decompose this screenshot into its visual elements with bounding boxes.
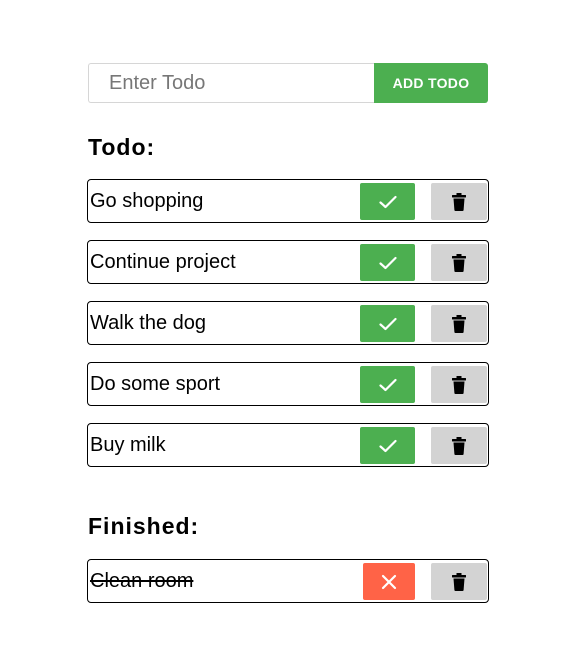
todo-input[interactable] <box>88 63 374 103</box>
trash-icon <box>452 253 466 272</box>
delete-button[interactable] <box>431 366 487 403</box>
undo-button[interactable] <box>363 563 415 600</box>
todo-app: ADD TODO Todo: Go shopping Continue proj… <box>0 0 570 670</box>
delete-button[interactable] <box>431 183 487 220</box>
todo-item: Go shopping <box>87 179 489 223</box>
x-icon <box>381 574 397 589</box>
complete-button[interactable] <box>360 244 415 281</box>
todo-item: Do some sport <box>87 362 489 406</box>
trash-icon <box>452 314 466 333</box>
complete-button[interactable] <box>360 366 415 403</box>
delete-button[interactable] <box>431 427 487 464</box>
todo-item-text: Do some sport <box>90 373 221 395</box>
todo-item: Continue project <box>87 240 489 284</box>
add-todo-form: ADD TODO <box>88 63 488 103</box>
check-icon <box>378 195 397 208</box>
check-icon <box>378 439 397 452</box>
finished-item: Clean room <box>87 559 489 603</box>
complete-button[interactable] <box>360 305 415 342</box>
finished-heading: Finished: <box>88 513 200 539</box>
todo-item: Walk the dog <box>87 301 489 345</box>
trash-icon <box>452 375 466 394</box>
trash-icon <box>452 436 466 455</box>
todo-list: Go shopping Continue project Walk the do… <box>87 179 489 484</box>
finished-list: Clean room <box>87 559 489 620</box>
finished-item-text: Clean room <box>90 570 194 592</box>
delete-button[interactable] <box>431 305 487 342</box>
todo-item-text: Go shopping <box>90 190 204 212</box>
todo-item-text: Walk the dog <box>90 312 206 334</box>
complete-button[interactable] <box>360 427 415 464</box>
delete-button[interactable] <box>431 563 487 600</box>
todo-item: Buy milk <box>87 423 489 467</box>
check-icon <box>378 317 397 330</box>
check-icon <box>378 256 397 269</box>
trash-icon <box>452 572 466 591</box>
todo-item-text: Buy milk <box>90 434 166 456</box>
add-todo-button[interactable]: ADD TODO <box>374 63 488 103</box>
todo-item-text: Continue project <box>90 251 236 273</box>
todo-heading: Todo: <box>88 134 156 160</box>
trash-icon <box>452 192 466 211</box>
check-icon <box>378 378 397 391</box>
complete-button[interactable] <box>360 183 415 220</box>
delete-button[interactable] <box>431 244 487 281</box>
